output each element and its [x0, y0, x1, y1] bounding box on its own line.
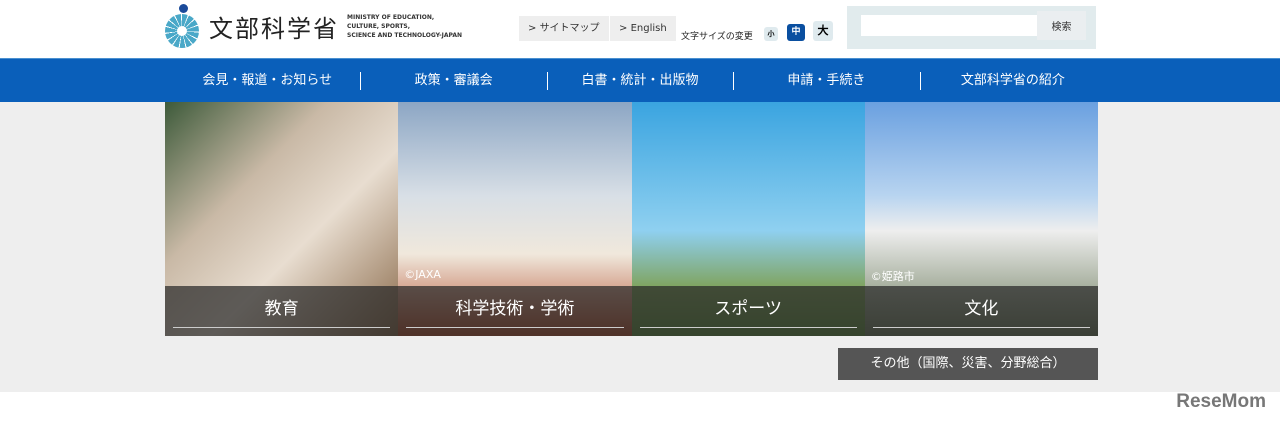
logo-en-line: SCIENCE AND TECHNOLOGY-JAPAN [347, 31, 462, 39]
nav-item-about[interactable]: 文部科学省の紹介 [919, 59, 1106, 102]
tile-science[interactable]: ©JAXA 科学技術・学術 [398, 102, 632, 336]
tile-caption: 科学技術・学術 [398, 286, 632, 336]
nav-item-news[interactable]: 会見・報道・お知らせ [174, 59, 360, 102]
logo-emblem-icon [165, 4, 201, 48]
font-size-small-button[interactable]: 小 [764, 27, 778, 41]
english-label: English [630, 23, 667, 34]
tile-sports[interactable]: スポーツ [631, 102, 865, 336]
search-input[interactable] [861, 15, 1037, 36]
logo-jp-text: 文部科学省 [209, 14, 339, 43]
nav-item-procedures[interactable]: 申請・手続き [733, 59, 919, 102]
other-categories-button[interactable]: その他（国際、災害、分野総合） [838, 348, 1098, 380]
logo-en-line: MINISTRY OF EDUCATION, [347, 13, 435, 21]
logo-en-text: MINISTRY OF EDUCATION, CULTURE, SPORTS, … [347, 13, 462, 40]
chevron-right-icon: > [528, 23, 540, 34]
resemom-watermark: ReseMom [1176, 391, 1266, 412]
global-nav: 会見・報道・お知らせ 政策・審議会 白書・統計・出版物 申請・手続き 文部科学省… [0, 58, 1280, 102]
ministry-logo[interactable]: 文部科学省 MINISTRY OF EDUCATION, CULTURE, SP… [165, 4, 462, 48]
tile-caption: 文化 [864, 286, 1098, 336]
tile-culture[interactable]: ©姫路市文化 [864, 102, 1098, 336]
search-button[interactable]: 検索 [1037, 11, 1086, 40]
english-link[interactable]: > English [610, 16, 676, 41]
tile-education[interactable]: 教育 [165, 102, 399, 336]
photo-credit: ©JAXA [404, 268, 441, 281]
header: 文部科学省 MINISTRY OF EDUCATION, CULTURE, SP… [0, 0, 1280, 58]
logo-en-line: CULTURE, SPORTS, [347, 22, 411, 30]
font-size-label: 文字サイズの変更 [681, 32, 753, 42]
font-size-medium-button[interactable]: 中 [787, 24, 805, 41]
main-content: 教育 ©JAXA 科学技術・学術 スポーツ ©姫路市文化 その他（国際、災害、分野… [0, 102, 1280, 392]
photo-credit: ©姫路市 [870, 270, 915, 283]
nav-item-publications[interactable]: 白書・統計・出版物 [546, 59, 733, 102]
chevron-right-icon: > [619, 23, 631, 34]
search-box: 検索 [847, 6, 1096, 49]
font-size-large-button[interactable]: 大 [813, 21, 833, 41]
tile-caption: 教育 [165, 286, 399, 336]
sitemap-link[interactable]: > サイトマップ [519, 16, 609, 41]
nav-item-policy[interactable]: 政策・審議会 [360, 59, 546, 102]
tile-caption: スポーツ [631, 286, 865, 336]
sitemap-label: サイトマップ [539, 23, 600, 34]
